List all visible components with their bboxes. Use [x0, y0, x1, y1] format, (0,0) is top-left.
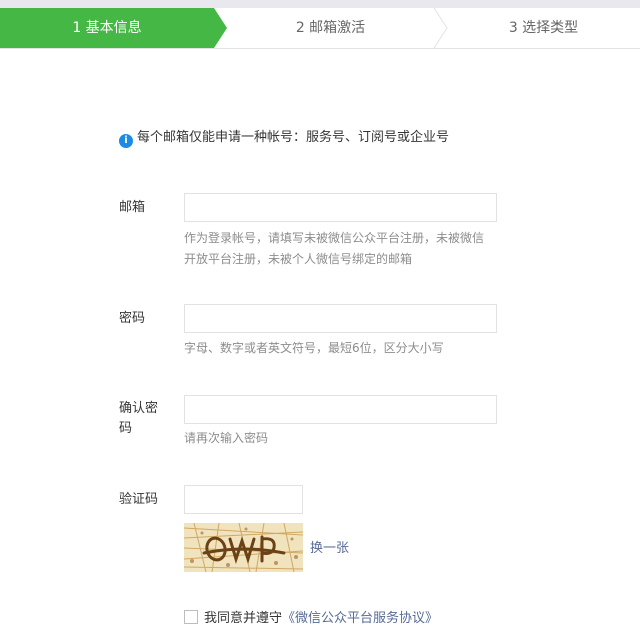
captcha-label: 验证码: [119, 492, 159, 507]
confirm-password-input[interactable]: [184, 395, 497, 424]
info-icon: i: [119, 134, 133, 148]
email-label: 邮箱: [119, 200, 146, 215]
notice-text: 每个邮箱仅能申请一种帐号：服务号、订阅号或企业号: [137, 130, 450, 145]
step-2-label[interactable]: 2 邮箱激活: [227, 8, 434, 48]
agreement-checkbox[interactable]: [184, 610, 198, 624]
password-hint: 字母、数字或者英文符号，最短6位，区分大小写: [184, 341, 444, 355]
step-progress-bar: 1 基本信息 2 邮箱激活 3 选择类型: [0, 8, 640, 49]
step-3-label[interactable]: 3 选择类型: [447, 8, 640, 48]
top-strip: [0, 0, 640, 8]
agreement-row: 我同意并遵守《微信公众平台服务协议》: [184, 609, 438, 625]
captcha-input[interactable]: [184, 485, 303, 514]
captcha-refresh-link[interactable]: 换一张: [310, 537, 349, 556]
captcha-noise-graphic: [184, 523, 303, 572]
agreement-link[interactable]: 《微信公众平台服务协议》: [282, 611, 438, 625]
confirm-password-label: 确认密码: [119, 401, 159, 436]
password-label: 密码: [119, 311, 146, 326]
captcha-image[interactable]: [184, 523, 303, 572]
registration-page: 1 基本信息 2 邮箱激活 3 选择类型 i 每个邮箱仅能申请一种帐号：服务号、订…: [0, 0, 640, 625]
email-input[interactable]: [184, 193, 497, 222]
agreement-prefix: 我同意并遵守: [204, 611, 283, 625]
confirm-password-hint: 请再次输入密码: [184, 431, 269, 445]
password-input[interactable]: [184, 304, 497, 333]
email-hint: 作为登录帐号，请填写未被微信公众平台注册，未被微信开放平台注册，未被个人微信号绑…: [184, 231, 485, 266]
step-2-separator: [433, 8, 448, 48]
account-notice: i 每个邮箱仅能申请一种帐号：服务号、订阅号或企业号: [119, 129, 450, 148]
step-1-label[interactable]: 1 基本信息: [0, 8, 214, 48]
